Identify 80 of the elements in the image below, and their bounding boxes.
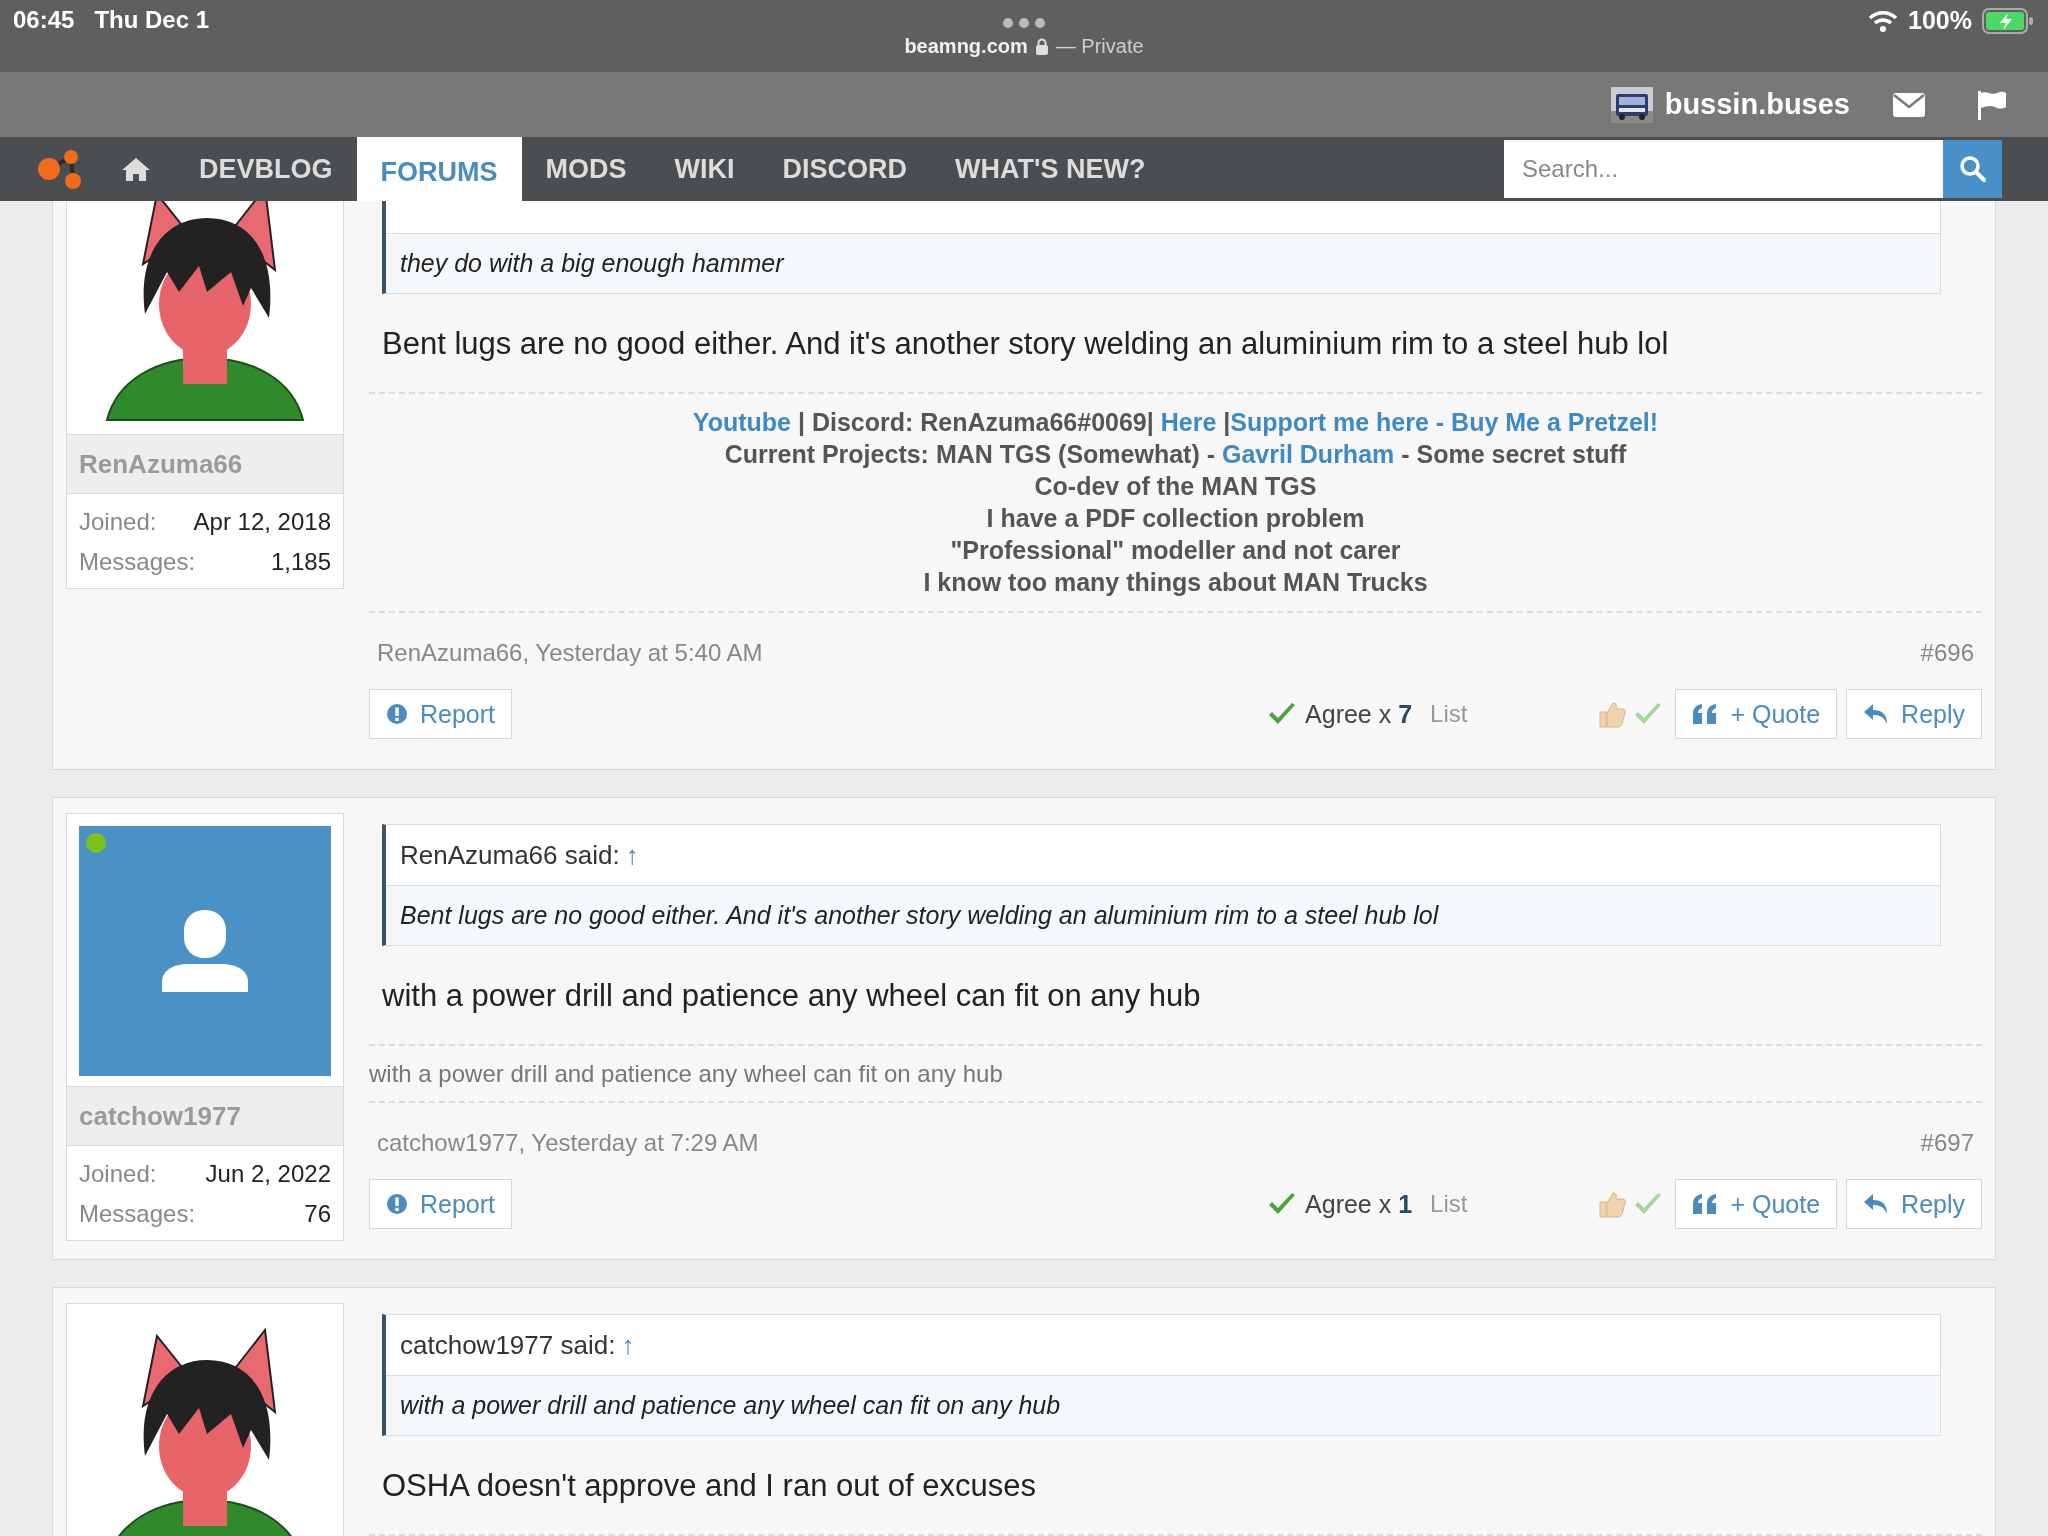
post-text: Bent lugs are no good either. And it's another story welding an aluminium rim to a steel hub lol [382,326,1669,361]
reply-button[interactable]: Reply [1846,689,1982,739]
quote-author: catchow1977 said: [400,1329,616,1361]
stat-value: Apr 12, 2018 [193,507,331,537]
search-icon [1958,155,1987,183]
more-icon[interactable] [1002,17,1046,29]
nav-tab[interactable]: MODS [521,137,651,201]
username[interactable]: bussin.buses [1664,88,1850,121]
stat-label: Messages: [79,1199,196,1229]
signature-link[interactable]: Support me here - Buy Me a Pretzel! [1230,408,1659,436]
clock-time: 06:45 [13,6,75,34]
stat-value: 76 [304,1199,331,1229]
thumbs-up-icon[interactable] [1597,1189,1628,1219]
quote-author: RenAzuma66 said: [400,839,620,871]
battery-icon [1982,7,2034,34]
search-button[interactable] [1943,140,2002,198]
quote-link[interactable]: ↑ [625,839,639,871]
url[interactable]: beamng.com [904,35,1028,58]
signature-line: with a power drill and patience any wheel can fit on any hub [369,1059,1004,1089]
lock-icon [1034,38,1049,55]
post-text: OSHA doesn't approve and I ran out of excuses [382,1468,1036,1503]
nav-tab[interactable]: DISCORD [758,137,932,201]
private-label: — Private [1055,35,1144,58]
thumbs-up-icon[interactable] [1597,699,1628,729]
check-icon[interactable] [1633,702,1664,726]
flag-icon[interactable] [1976,89,2008,120]
quote-text: with a power drill and patience any wheel can fit on any hub [400,1391,1061,1420]
reaction-summary[interactable]: Agree x 1 [1305,1189,1413,1219]
home-icon[interactable] [121,156,151,182]
signature-line: Co-dev of the MAN TGS [1033,471,1318,502]
author-name[interactable]: RenAzuma66 [67,434,343,494]
nav-tab[interactable]: DEVBLOG [175,137,357,201]
person-icon [162,910,248,992]
post-text: with a power drill and patience any wheel can fit on any hub [382,978,1201,1013]
quote-button[interactable]: + Quote [1675,1179,1838,1229]
wifi-icon [1868,9,1899,32]
stat-value: 1,185 [270,547,331,577]
signature-line: I have a PDF collection problem [985,503,1366,534]
list-link[interactable]: List [1430,700,1468,728]
alert-icon [386,703,408,725]
report-button[interactable]: Report [369,1179,513,1229]
reaction-summary[interactable]: Agree x 7 [1305,699,1413,729]
report-button[interactable]: Report [369,689,513,739]
signature-link[interactable]: Gavril Durham [1222,440,1395,468]
signature-line: Youtube | Discord: RenAzuma66#0069| Here |Support me here - Buy Me a Pretzel! [691,407,1660,438]
quote-link[interactable]: ↑ [621,1329,635,1361]
reply-button[interactable]: Reply [1846,1179,1982,1229]
list-link[interactable]: List [1430,1190,1468,1218]
check-icon [1267,702,1298,726]
search-field[interactable]: Search... [1504,140,1943,198]
battery-percent: 100% [1908,6,1972,35]
nav-tab[interactable]: FORUMS [356,137,522,201]
signature-link[interactable]: Here [1160,408,1217,436]
alert-icon [386,1193,408,1215]
post-meta[interactable]: catchow1977, Yesterday at 7:29 AM [377,1125,759,1161]
check-icon[interactable] [1633,1192,1664,1216]
post-number[interactable]: #697 [1920,1125,1974,1161]
reply-icon [1863,1193,1890,1215]
post-number[interactable]: #696 [1920,635,1974,671]
signature-line: Current Projects: MAN TGS (Somewhat) - Gavril Durham - Some secret stuff [723,439,1628,470]
stat-label: Messages: [79,547,196,577]
signature-line: "Professional" modeller and not carer [949,535,1402,566]
quote-text: Bent lugs are no good either. And it's another story welding an aluminium rim to a steel hub lol [400,901,1439,930]
signature-line: I know too many things about MAN Trucks [922,567,1429,598]
stat-label: Joined: [79,1159,157,1189]
nav-tab[interactable]: WIKI [650,137,759,201]
quote-icon [1692,704,1719,724]
check-icon [1267,1192,1298,1216]
quote-button[interactable]: + Quote [1675,689,1838,739]
author-name[interactable]: catchow1977 [67,1086,343,1146]
stat-label: Joined: [79,507,157,537]
reply-icon [1863,703,1890,725]
nav-tab[interactable]: WHAT'S NEW? [931,137,1170,201]
quote-text: they do with a big enough hammer [400,249,784,278]
mail-icon[interactable] [1892,91,1926,118]
post-meta[interactable]: RenAzuma66, Yesterday at 5:40 AM [377,635,763,671]
signature-link[interactable]: Youtube [692,408,791,436]
stat-value: Jun 2, 2022 [205,1159,331,1189]
date: Thu Dec 1 [94,6,210,34]
quote-icon [1692,1194,1719,1214]
